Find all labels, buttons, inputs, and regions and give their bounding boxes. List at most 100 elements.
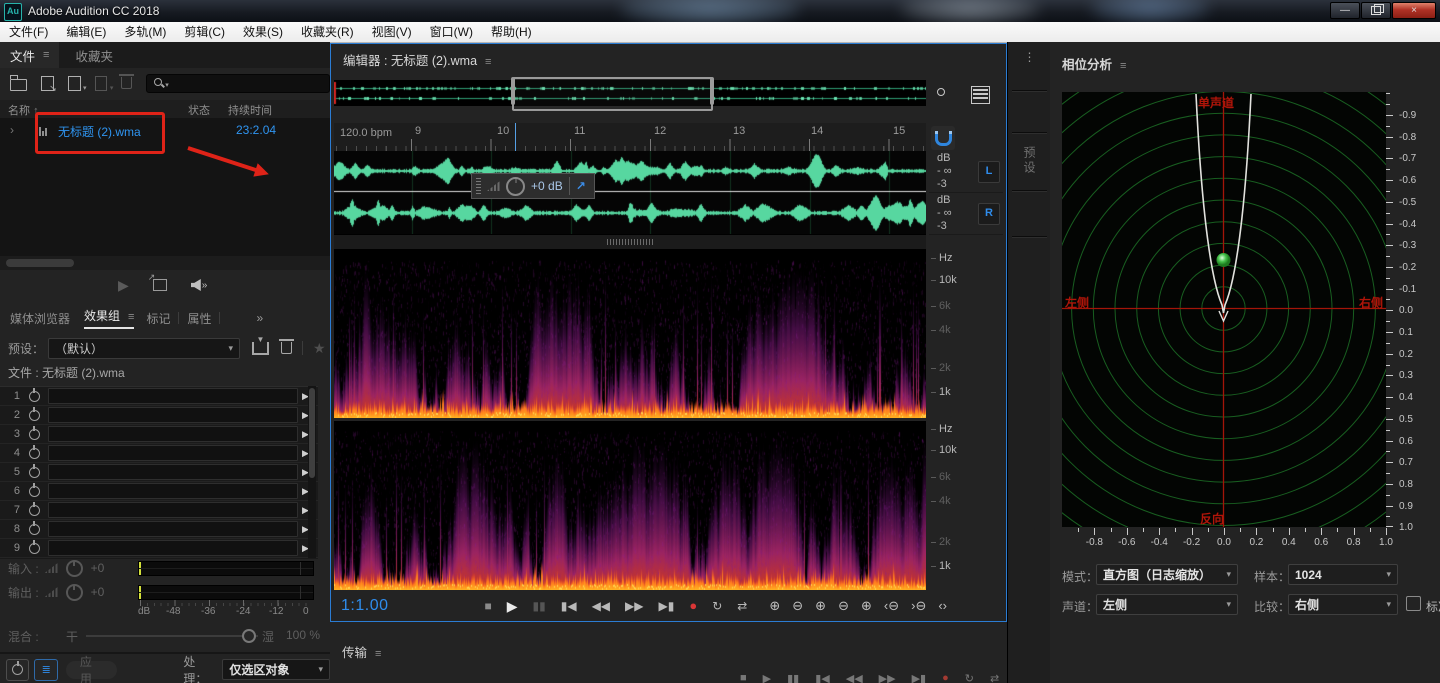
menu-item-clip[interactable]: 剪辑(C) [175, 23, 234, 42]
effect-slot-well[interactable] [48, 407, 298, 423]
effect-slot-power-button[interactable] [24, 429, 44, 440]
editor-layout-icon[interactable] [971, 86, 990, 104]
mode-dropdown[interactable]: 直方图（日志缩放）▾ [1096, 564, 1238, 585]
timeline-ruler[interactable]: 120.0 bpm 9101112131415 [334, 123, 926, 152]
zoom-out-amplitude-button[interactable]: ⊖ [792, 598, 803, 614]
pane-splitter[interactable] [334, 234, 926, 250]
expander-icon[interactable]: › [10, 123, 14, 137]
pin-icon[interactable]: ↗ [576, 179, 586, 193]
zoom-out-time-button[interactable]: ⊖ [838, 598, 849, 614]
phase-display[interactable]: 单声道 左侧 右侧 反向 [1062, 92, 1386, 527]
menu-item-view[interactable]: 视图(V) [363, 23, 421, 42]
restore-button[interactable] [1361, 2, 1391, 19]
preview-play-button[interactable]: ▶ [118, 277, 129, 294]
search-input[interactable] [171, 76, 315, 90]
loop-playback-button[interactable]: ↻ [965, 672, 974, 683]
menu-item-help[interactable]: 帮助(H) [482, 23, 541, 42]
rack-settings-button[interactable]: ≣ [34, 659, 57, 681]
spectrogram-right[interactable] [334, 421, 926, 590]
overview-range-selector[interactable] [512, 77, 713, 111]
rewind-button[interactable]: ◀◀ [592, 600, 610, 612]
trash-icon[interactable] [121, 77, 132, 89]
effect-slot-power-button[interactable] [24, 486, 44, 497]
column-duration[interactable]: 持续时间 [228, 102, 272, 118]
column-status[interactable]: 状态 [188, 102, 210, 118]
tab-media-browser[interactable]: 媒体浏览器 [10, 310, 70, 327]
effect-slot-power-button[interactable] [24, 505, 44, 516]
delete-preset-icon[interactable] [281, 342, 292, 354]
play-button[interactable]: ▶ [507, 599, 518, 613]
effect-slot-power-button[interactable] [24, 391, 44, 402]
panel-menu-icon[interactable]: ≡ [375, 648, 381, 660]
effect-slot-well[interactable] [48, 483, 298, 499]
effect-slot-power-button[interactable] [24, 448, 44, 459]
menu-item-favorites[interactable]: 收藏夹(R) [292, 23, 363, 42]
left-channel-button[interactable]: L [978, 161, 1000, 183]
timecode-display[interactable]: 1:1.00 [341, 597, 388, 615]
skip-to-end-button[interactable]: ▶▮ [912, 672, 927, 683]
effect-slot-power-button[interactable] [24, 543, 44, 554]
horizontal-scrollbar[interactable] [0, 256, 330, 270]
samples-dropdown[interactable]: 1024▾ [1288, 564, 1398, 585]
zoom-to-out-point-button[interactable]: ›⊖ [911, 598, 926, 614]
collapsed-tab-presets[interactable]: 预设 [1021, 146, 1038, 176]
fast-forward-button[interactable]: ▶▶ [625, 600, 643, 612]
zoom-to-selection-button[interactable]: ‹› [938, 598, 947, 613]
pause-button[interactable]: ▮▮ [533, 600, 546, 612]
spectrogram-left[interactable] [334, 250, 926, 418]
effect-slot-well[interactable] [48, 445, 298, 461]
mix-slider-handle[interactable] [242, 629, 256, 643]
search-box[interactable]: ▾ [146, 74, 330, 93]
hud-volume-knob[interactable] [506, 177, 525, 196]
effect-slot-well[interactable] [48, 426, 298, 442]
waveform-display[interactable]: +0 dB ↗ [334, 151, 926, 234]
normalize-checkbox[interactable] [1406, 596, 1421, 611]
effects-scrollbar-thumb[interactable] [309, 388, 315, 478]
hud-grip-icon[interactable] [476, 178, 481, 194]
zoom-in-time-button[interactable]: ⊕ [815, 598, 826, 614]
input-gain-knob[interactable] [66, 560, 83, 577]
zoom-in-amplitude-button[interactable]: ⊕ [769, 598, 780, 614]
preset-dropdown[interactable]: （默认）▾ [48, 338, 240, 359]
snap-button[interactable] [931, 126, 955, 150]
favorite-star-icon[interactable]: ★ [313, 340, 326, 357]
zoom-to-in-point-button[interactable]: ‹⊖ [884, 598, 899, 614]
volume-hud[interactable]: +0 dB ↗ [471, 173, 595, 199]
panel-menu-icon[interactable]: ≡ [485, 56, 491, 68]
stop-button[interactable]: ■ [484, 600, 491, 612]
record-button[interactable]: ● [942, 672, 949, 683]
output-gain-knob[interactable] [66, 584, 83, 601]
tab-files[interactable]: 文件≡ [0, 42, 59, 68]
tab-favorites[interactable]: 收藏夹 [59, 46, 129, 65]
panel-options-icon[interactable]: ⋮ [1024, 50, 1036, 64]
menu-item-window[interactable]: 窗口(W) [421, 23, 482, 42]
save-file-icon[interactable]: ▾ [95, 76, 108, 91]
mix-slider-track[interactable] [86, 635, 258, 637]
auto-play-icon[interactable] [153, 279, 167, 291]
process-dropdown[interactable]: 仅选区对象▾ [222, 659, 330, 680]
import-file-icon[interactable]: ↘ [41, 76, 54, 91]
new-file-icon[interactable]: ▾ [68, 76, 81, 91]
compare-dropdown[interactable]: 右侧▾ [1288, 594, 1398, 615]
menu-item-effects[interactable]: 效果(S) [234, 23, 292, 42]
effect-slot-well[interactable] [48, 388, 298, 404]
rewind-button[interactable]: ◀◀ [846, 672, 863, 683]
right-channel-button[interactable]: R [978, 203, 1000, 225]
open-file-icon[interactable] [10, 79, 27, 91]
save-preset-icon[interactable] [252, 342, 269, 355]
effect-slot-well[interactable] [48, 540, 298, 556]
effect-slot-power-button[interactable] [24, 410, 44, 421]
zoom-navigate-button[interactable]: ⊕ [861, 598, 872, 614]
menu-item-multitrack[interactable]: 多轨(M) [115, 23, 175, 42]
pause-button[interactable]: ▮▮ [787, 672, 799, 683]
tab-overflow-icon[interactable]: » [256, 311, 263, 325]
scrollbar-thumb[interactable] [6, 259, 74, 267]
skip-to-end-button[interactable]: ▶▮ [659, 600, 675, 612]
speaker-icon[interactable]: » [191, 279, 208, 291]
skip-to-start-button[interactable]: ▮◀ [561, 600, 577, 612]
playhead[interactable] [515, 123, 516, 151]
waveform-overview[interactable] [334, 80, 926, 106]
tab-markers[interactable]: 标记 [146, 310, 170, 327]
tab-effects-rack[interactable]: 效果组≡ [84, 307, 134, 329]
record-button[interactable]: ● [689, 599, 697, 612]
